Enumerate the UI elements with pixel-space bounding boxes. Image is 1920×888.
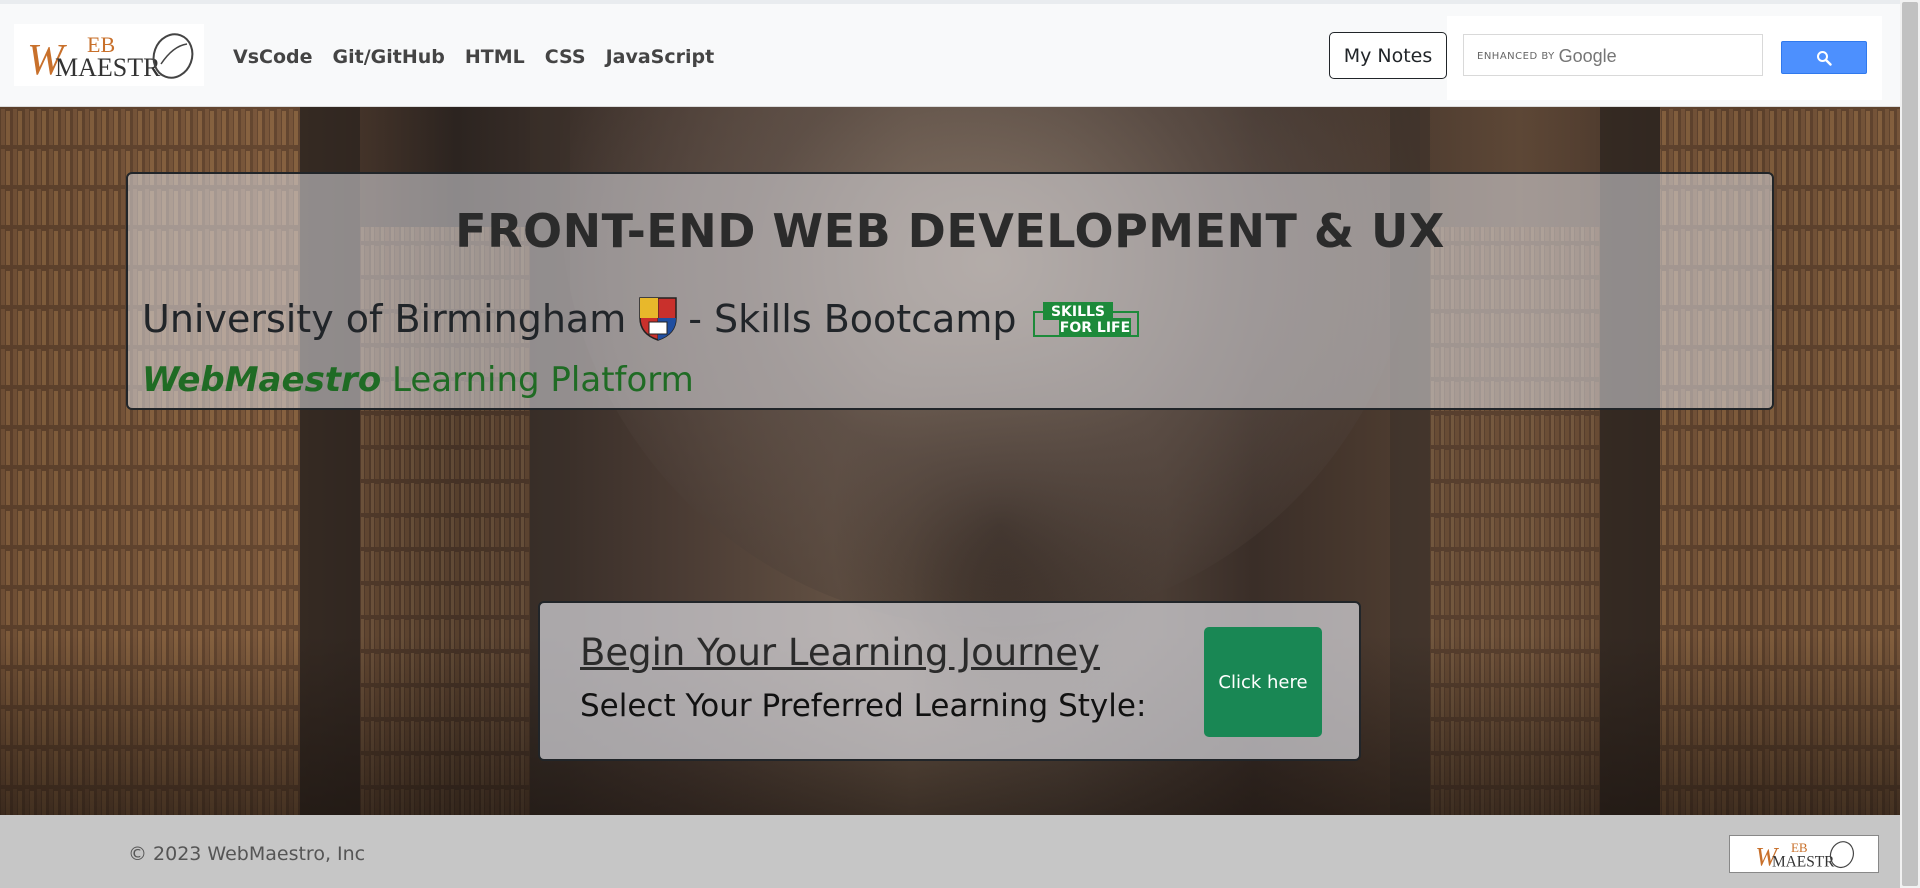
- platform-brand: WebMaestro: [142, 360, 382, 400]
- page-title: FRONT-END WEB DEVELOPMENT & UX: [455, 204, 1445, 258]
- journey-title[interactable]: Begin Your Learning Journey: [580, 631, 1100, 674]
- platform-text: Learning Platform: [381, 360, 694, 400]
- vertical-scrollbar[interactable]: [1900, 0, 1920, 888]
- university-name: University of Birmingham: [142, 297, 627, 341]
- footer: © 2023 WebMaestro, Inc W EB MAESTR: [0, 815, 1900, 888]
- nav-link-javascript[interactable]: JavaScript: [606, 46, 715, 68]
- journey-subtitle: Select Your Preferred Learning Style:: [580, 688, 1147, 724]
- click-here-button[interactable]: Click here: [1204, 627, 1322, 737]
- google-search: ENHANCED BY Google: [1447, 16, 1882, 100]
- search-icon: [1817, 50, 1832, 66]
- my-notes-button[interactable]: My Notes: [1329, 32, 1447, 79]
- bootcamp-name: - Skills Bootcamp: [688, 297, 1017, 341]
- nav-link-vscode[interactable]: VsCode: [233, 46, 313, 68]
- footer-logo-bottom: MAESTR: [1772, 853, 1835, 870]
- skills-for-life-badge-icon: SKILLS FOR LIFE: [1032, 302, 1139, 337]
- title-panel: FRONT-END WEB DEVELOPMENT & UX Universit…: [126, 172, 1774, 410]
- copyright-text: © 2023 WebMaestro, Inc: [128, 843, 366, 865]
- skills-badge-line1: SKILLS: [1050, 304, 1104, 320]
- search-button[interactable]: [1781, 41, 1867, 74]
- scrollbar-thumb[interactable]: [1902, 2, 1918, 886]
- footer-logo[interactable]: W EB MAESTR: [1729, 835, 1879, 873]
- logo-bottom-text: MAESTR: [55, 53, 161, 82]
- nav-link-css[interactable]: CSS: [545, 46, 586, 68]
- search-input[interactable]: [1464, 35, 1762, 75]
- navbar: W EB MAESTR VsCode Git/GitHub HTML CSS J…: [0, 4, 1900, 107]
- webmaestro-logo-icon: W EB MAESTR: [27, 32, 194, 82]
- search-input-box[interactable]: ENHANCED BY Google: [1463, 34, 1763, 76]
- university-line: University of Birmingham - Skills Bootca…: [142, 296, 1139, 342]
- nav-link-git-github[interactable]: Git/GitHub: [333, 46, 445, 68]
- brand-logo[interactable]: W EB MAESTR: [14, 24, 204, 86]
- platform-tagline: WebMaestro Learning Platform: [142, 360, 694, 400]
- webmaestro-logo-icon: W EB MAESTR: [1755, 840, 1854, 870]
- journey-panel: Begin Your Learning Journey Select Your …: [538, 601, 1361, 761]
- nav-link-html[interactable]: HTML: [465, 46, 525, 68]
- nav-links: VsCode Git/GitHub HTML CSS JavaScript: [233, 46, 714, 68]
- university-crest-icon: [639, 297, 677, 341]
- skills-badge-line2: FOR LIFE: [1059, 320, 1129, 336]
